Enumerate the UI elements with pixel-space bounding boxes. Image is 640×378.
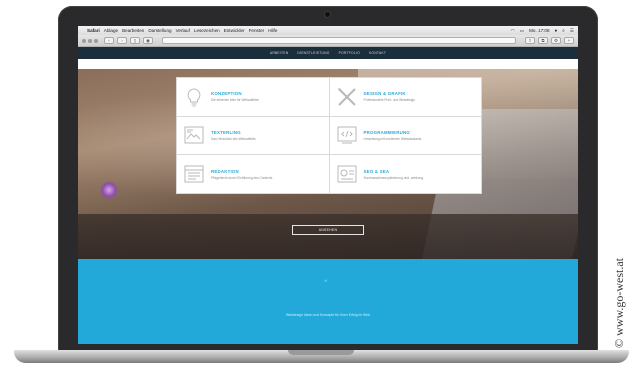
forward-button[interactable]: › [117,37,127,44]
settings-icon[interactable]: ⚙ [551,37,561,44]
spotlight-icon[interactable]: ⌕ [562,28,565,33]
service-subtitle: Das Herzstück des Webauftritts [211,136,256,141]
watermark: © www.go-west.at [612,258,626,348]
os-menubar: Safari Ablage Bearbeiten Darstellung Ver… [78,26,578,35]
service-title: DESIGN & GRAFIK [363,91,406,97]
camera [325,12,330,17]
menu-bearbeiten[interactable]: Bearbeiten [122,28,144,33]
service-title: PROGRAMMIERUNG [363,129,410,135]
service-title: TEXTERLING [211,129,241,135]
blue-section-text: Webdesign Ideen und Konzepte für Ihren E… [286,313,370,317]
window-controls [82,38,98,43]
pencil-ruler-icon [337,87,356,106]
status-area: ◠ ▭ Mo. 17:08 ● ⌕ ☰ [511,28,574,34]
service-subtitle: Suchmaschinenoptimierung und -werbung [363,175,424,180]
user-icon[interactable]: ● [555,28,558,33]
back-button[interactable]: ‹ [104,37,114,44]
nav-spacer [78,59,578,69]
nav-item-portfolio[interactable]: PORTFOLIO [339,51,360,55]
url-field[interactable] [162,37,516,44]
service-subtitle: Pflegeleicht durch Einführung des Conten… [211,175,273,180]
hero-desk [78,214,578,259]
menu-lesezeichen[interactable]: Lesezeichen [194,28,220,33]
text-image-icon [184,126,204,144]
quote-icon: ❝ [324,280,328,286]
service-subtitle: Professionelle Print- und Webdesign [363,98,416,103]
service-subtitle: Umsetzung mit modernen Webstandards [363,136,422,141]
laptop-notch [288,350,354,355]
services-grid: KONZEPTION Die fehlende Idee für Webauftr… [176,77,482,194]
clock[interactable]: Mo. 17:08 [529,28,549,33]
service-programmierung[interactable]: PROGRAMMIERUNG Umsetzung mit modernen Web… [329,116,481,155]
nav-item-dienstleistung[interactable]: DIENSTLEISTUNG [297,51,329,55]
hero-cta-button[interactable]: ANSEHEN [292,225,364,235]
hero-light-spot [100,181,118,199]
menu-darstellung[interactable]: Darstellung [148,28,171,33]
menu-safari[interactable]: Safari [87,28,100,33]
layout-icon [184,165,204,183]
service-design-grafik[interactable]: DESIGN & GRAFIK Professionelle Print- und… [329,78,481,116]
service-seo-sea[interactable]: SEO & SEA Suchmaschinenoptimierung und -w… [329,155,481,193]
new-tab-button[interactable]: + [564,37,574,44]
zoom-button[interactable] [94,38,98,43]
photo: Safari Ablage Bearbeiten Darstellung Ver… [0,0,640,378]
wifi-icon[interactable]: ◠ [511,28,515,34]
menu-list-icon[interactable]: ☰ [570,28,574,34]
analytics-icon [337,165,356,183]
code-icon [337,126,356,144]
nav-item-kontakt[interactable]: KONTAKT [369,51,386,55]
menu-verlauf[interactable]: Verlauf [176,28,190,33]
lightbulb-icon [187,88,201,107]
share-button[interactable]: ⇪ [525,37,535,44]
service-texterling[interactable]: TEXTERLING Das Herzstück des Webauftritts [177,116,329,155]
browser-toolbar: ‹ › ▯ ◉ ⇪ ⧉ ⚙ + [78,35,578,47]
service-subtitle: Die fehlende Idee für Webauftritte [211,98,259,103]
menu-fenster[interactable]: Fenster [249,28,265,33]
service-title: SEO & SEA [363,168,390,174]
menu-entwickler[interactable]: Entwickler [224,28,245,33]
menu-hilfe[interactable]: Hilfe [268,28,277,33]
service-redaktion[interactable]: REDAKTION Pflegeleicht durch Einführung d… [177,155,329,193]
site-navigation: ARBEITEN DIENSTLEISTUNG PORTFOLIO KONTAK… [78,47,578,59]
laptop-screen: Safari Ablage Bearbeiten Darstellung Ver… [78,26,578,344]
sidebar-button[interactable]: ▯ [130,37,140,44]
service-title: REDAKTION [211,168,239,174]
minimize-button[interactable] [88,38,92,43]
nav-item-arbeiten[interactable]: ARBEITEN [270,51,289,55]
laptop-base [14,350,629,363]
service-title: KONZEPTION [211,91,242,97]
menu-ablage[interactable]: Ablage [104,28,118,33]
battery-icon[interactable]: ▭ [520,28,524,34]
tabs-button[interactable]: ⧉ [538,37,548,44]
blue-section: ❝ Webdesign Ideen und Konzepte für Ihren… [78,259,578,344]
service-konzeption[interactable]: KONZEPTION Die fehlende Idee für Webauftr… [177,78,329,116]
privacy-icon[interactable]: ◉ [143,37,153,44]
close-button[interactable] [82,38,86,43]
